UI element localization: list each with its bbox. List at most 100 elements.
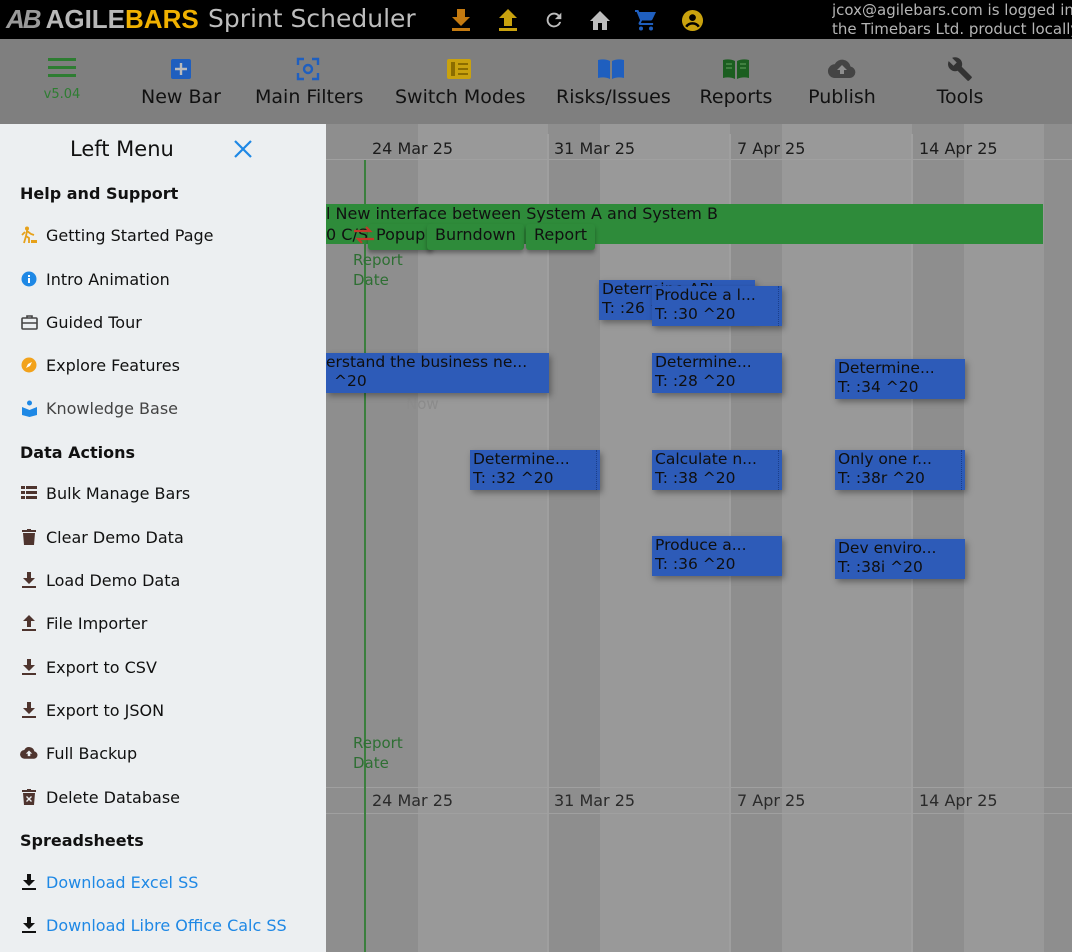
cloud-upload-icon (806, 56, 878, 82)
task-tag: T: :32 ^20 (473, 469, 554, 487)
menu-item-export-json[interactable]: Export to JSON (20, 698, 164, 722)
task-name: Determine... (473, 450, 570, 468)
book-icon (556, 56, 666, 82)
menu-item-bulk-manage-bars[interactable]: Bulk Manage Bars (20, 481, 190, 505)
tools-label: Tools (936, 86, 984, 108)
header-divider (326, 159, 1072, 160)
trash-icon (20, 528, 38, 546)
epic-title: l New interface between System A and Sys… (326, 204, 718, 223)
compass-icon (20, 356, 38, 374)
home-icon[interactable] (588, 8, 612, 32)
task-bar[interactable]: Determine... T: :32 ^20 (470, 450, 600, 490)
now-label: Now (406, 395, 439, 413)
reports-button[interactable]: Reports (698, 56, 774, 116)
task-name: erstand the business ne... (326, 353, 528, 371)
report-date-label-bottom: Report Date (353, 733, 403, 773)
download-icon (20, 658, 38, 676)
main-filters-button[interactable]: Main Filters (255, 56, 363, 116)
upload-icon (20, 614, 38, 632)
download-icon (20, 701, 38, 719)
task-tag: T: :36 ^20 (655, 555, 736, 573)
section-data-actions: Data Actions (20, 443, 135, 462)
account-icon[interactable] (680, 8, 704, 32)
menu-item-clear-demo-data[interactable]: Clear Demo Data (20, 525, 184, 549)
download-icon[interactable] (449, 8, 473, 32)
new-bar-button[interactable]: New Bar (138, 56, 224, 116)
hamburger-menu-button[interactable]: v5.04 (30, 55, 94, 115)
risks-issues-button[interactable]: Risks/Issues (556, 56, 671, 116)
menu-item-getting-started[interactable]: Getting Started Page (20, 223, 214, 247)
resize-handle[interactable] (961, 450, 965, 490)
menu-label: Bulk Manage Bars (46, 483, 191, 503)
report-date-label: Report Date (353, 250, 403, 290)
version-label: v5.04 (43, 87, 81, 102)
task-tag: T: :38 ^20 (655, 469, 736, 487)
refresh-icon[interactable] (542, 8, 566, 32)
menu-item-explore-features[interactable]: Explore Features (20, 353, 180, 377)
task-bar[interactable]: Determine... T: :28 ^20 (652, 353, 782, 393)
info-icon (20, 270, 38, 288)
task-bar[interactable]: erstand the business ne... ^20 (326, 353, 549, 393)
download-icon (20, 916, 38, 934)
resize-handle[interactable] (778, 450, 782, 490)
left-menu-panel: Left Menu Help and Support Getting Start… (0, 124, 326, 952)
burndown-chip[interactable]: Burndown (427, 224, 524, 250)
modes-icon (395, 56, 523, 82)
walking-person-icon (20, 226, 38, 244)
switch-modes-label: Switch Modes (395, 86, 526, 108)
menu-item-download-excel[interactable]: Download Excel SS (20, 870, 198, 894)
download-icon (20, 873, 38, 891)
login-line-1: jcox@agilebars.com is logged into (832, 1, 1072, 19)
task-bar[interactable]: Produce a l... T: :30 ^20 (652, 286, 782, 326)
close-icon[interactable] (232, 138, 254, 160)
task-bar[interactable]: Only one r... T: :38r ^20 (835, 450, 965, 490)
task-bar[interactable]: Calculate n... T: :38 ^20 (652, 450, 782, 490)
menu-label: Full Backup (46, 743, 138, 763)
task-bar[interactable]: Dev enviro... T: :38i ^20 (835, 539, 965, 579)
menu-item-full-backup[interactable]: Full Backup (20, 741, 137, 765)
date-label-word: Date (353, 271, 389, 289)
app-title: Sprint Scheduler (208, 4, 416, 33)
task-name: Calculate n... (655, 450, 757, 468)
menu-item-file-importer[interactable]: File Importer (20, 611, 147, 635)
section-help-support: Help and Support (20, 184, 179, 203)
cart-icon[interactable] (634, 8, 658, 32)
menu-item-intro-animation[interactable]: Intro Animation (20, 267, 170, 291)
menu-label: Knowledge Base (46, 398, 178, 418)
menu-item-export-csv[interactable]: Export to CSV (20, 655, 157, 679)
popup-chip[interactable]: Popup (368, 224, 434, 250)
week-shade (964, 124, 1044, 952)
date-label-word: Date (353, 754, 389, 772)
swap-icon[interactable] (352, 226, 376, 248)
upload-icon[interactable] (496, 8, 520, 32)
new-bar-label: New Bar (141, 86, 221, 108)
switch-modes-button[interactable]: Switch Modes (395, 56, 526, 116)
menu-label: Explore Features (46, 355, 180, 375)
top-bar: AB AGILE BARS Sprint Scheduler jcox@agil… (0, 0, 1072, 39)
reports-book-icon (698, 56, 774, 82)
task-name: Determine... (838, 359, 935, 377)
tools-button[interactable]: Tools (928, 56, 992, 116)
plus-square-icon (138, 56, 224, 82)
publish-label: Publish (808, 86, 876, 108)
menu-item-knowledge-base[interactable]: Knowledge Base (20, 396, 178, 420)
briefcase-icon (20, 313, 38, 331)
resize-handle[interactable] (596, 450, 600, 490)
task-bar[interactable]: Determine... T: :34 ^20 (835, 359, 965, 399)
app-logo[interactable]: AB AGILE BARS (6, 4, 199, 34)
date-footer: 7 Apr 25 (737, 791, 806, 810)
resize-handle[interactable] (778, 286, 782, 326)
task-bar[interactable]: Produce a... T: :36 ^20 (652, 536, 782, 576)
list-icon (20, 484, 38, 502)
menu-item-guided-tour[interactable]: Guided Tour (20, 310, 142, 334)
epic-bar[interactable]: l New interface between System A and Sys… (326, 204, 1043, 250)
trash-x-icon (20, 788, 38, 806)
left-menu-title: Left Menu (70, 137, 174, 161)
publish-button[interactable]: Publish (806, 56, 878, 116)
menu-label: Load Demo Data (46, 570, 181, 590)
report-chip[interactable]: Report (526, 224, 596, 250)
menu-item-delete-database[interactable]: Delete Database (20, 785, 180, 809)
menu-item-load-demo-data[interactable]: Load Demo Data (20, 568, 180, 592)
week-shade (782, 124, 912, 952)
menu-item-download-libre-calc[interactable]: Download Libre Office Calc SS (20, 913, 287, 937)
